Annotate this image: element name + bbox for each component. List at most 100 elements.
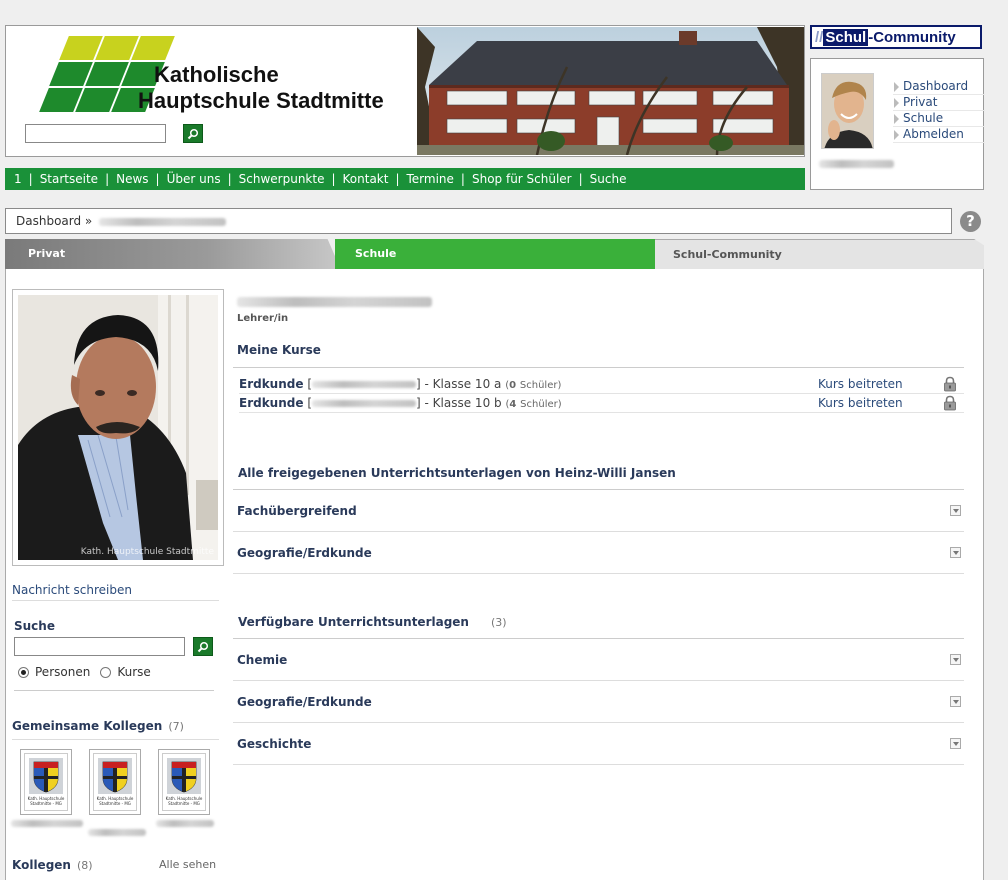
accordion-fachuebergreifend[interactable]: Fachübergreifend — [233, 490, 964, 532]
profile-photo-frame: Kath. Hauptschule Stadtmitte — [12, 289, 224, 566]
colleague-name-redacted — [88, 829, 146, 836]
accordion-geografie[interactable]: Geografie/Erdkunde — [233, 532, 964, 574]
header-search-button[interactable] — [183, 124, 203, 143]
expand-icon[interactable] — [950, 505, 961, 516]
nav-item-termine[interactable]: Termine — [407, 172, 454, 186]
user-menu-abmelden[interactable]: Abmelden — [893, 127, 985, 143]
search-icon — [187, 128, 199, 139]
colleague-name-redacted — [156, 820, 214, 827]
nav-item-schwerpunkte[interactable]: Schwerpunkte — [239, 172, 325, 186]
user-menu-schule[interactable]: Schule — [893, 111, 985, 127]
nav-separator: | — [227, 172, 232, 186]
people-search-button[interactable] — [193, 637, 213, 656]
breadcrumb-current-redacted — [99, 217, 227, 226]
school-name-line2: Hauptschule Stadtmitte — [138, 88, 384, 113]
nav-separator: | — [155, 172, 160, 186]
school-building-photo — [417, 27, 804, 155]
nav-separator: | — [578, 172, 583, 186]
user-box: Dashboard Privat Schule Abmelden — [810, 58, 985, 190]
available-materials-title: Verfügbare Unterrichtsunterlagen (3) — [238, 615, 507, 629]
colleague-name-redacted — [11, 820, 83, 827]
common-colleagues-title: Gemeinsame Kollegen (7) — [12, 719, 219, 740]
radio-kurse[interactable] — [100, 666, 112, 678]
radio-personen-label[interactable]: Personen — [35, 665, 90, 679]
course-teacher-redacted — [312, 381, 417, 388]
user-name-redacted — [819, 160, 894, 168]
lock-icon — [944, 395, 956, 411]
nav-separator: | — [395, 172, 400, 186]
course-class: - Klasse 10 b — [424, 396, 502, 410]
colleague-card[interactable]: Kath. Hauptschule Stadtmitte - MG — [20, 749, 72, 815]
my-courses-title: Meine Kurse — [237, 343, 321, 357]
divider — [233, 367, 964, 368]
breadcrumb: Dashboard » — [5, 208, 952, 234]
see-all-colleagues-link[interactable]: Alle sehen — [159, 858, 216, 871]
expand-icon[interactable] — [950, 654, 961, 665]
user-menu: Dashboard Privat Schule Abmelden — [893, 79, 985, 143]
shared-materials-title: Alle freigegebenen Unterrichtsunterlagen… — [238, 466, 676, 480]
user-menu-dashboard[interactable]: Dashboard — [893, 79, 985, 95]
colleagues-title: Kollegen (8) — [12, 858, 93, 872]
user-menu-privat[interactable]: Privat — [893, 95, 985, 111]
nav-item-ueber-uns[interactable]: Über uns — [167, 172, 221, 186]
course-teacher-redacted — [312, 400, 417, 407]
tab-schule[interactable]: Schule — [335, 239, 667, 270]
top-navigation: 1 | Startseite | News | Über uns | Schwerpunkte |… — [5, 168, 805, 190]
accordion-geografie-available[interactable]: Geografie/Erdkunde — [233, 681, 964, 723]
people-search-input[interactable] — [14, 637, 185, 656]
colleague-card[interactable]: Kath. Hauptschule Stadtmitte - MG — [89, 749, 141, 815]
tab-schul-community[interactable]: Schul-Community — [655, 239, 984, 270]
nav-item-1[interactable]: 1 — [14, 172, 22, 186]
course-student-count: 4 — [509, 399, 517, 410]
user-avatar[interactable] — [821, 73, 874, 149]
join-course-link[interactable]: Kurs beitreten — [818, 375, 903, 393]
accordion-chemie[interactable]: Chemie — [233, 639, 964, 681]
nav-item-news[interactable]: News — [116, 172, 148, 186]
school-name: Katholische Hauptschule Stadtmitte — [138, 62, 384, 114]
school-name-line1: Katholische — [154, 62, 279, 87]
breadcrumb-dashboard[interactable]: Dashboard » — [16, 214, 92, 228]
search-title: Suche — [14, 619, 55, 633]
course-student-count: 0 — [509, 380, 517, 391]
teacher-name-redacted — [237, 297, 432, 307]
section-tabs: Privat Schule Schul-Community — [5, 239, 984, 270]
expand-icon[interactable] — [950, 547, 961, 558]
profile-panel: Kath. Hauptschule Stadtmitte Nachricht s… — [5, 269, 984, 880]
search-scope: Personen Kurse — [18, 665, 151, 679]
school-crest-icon — [29, 758, 63, 794]
tab-privat[interactable]: Privat — [5, 239, 341, 270]
expand-icon[interactable] — [950, 696, 961, 707]
nav-separator: | — [331, 172, 336, 186]
nav-separator: | — [460, 172, 465, 186]
school-crest-icon — [98, 758, 132, 794]
course-row: Erdkunde [] - Klasse 10 a (0 Schüler) Ku… — [239, 375, 964, 394]
nav-item-shop[interactable]: Shop für Schüler — [472, 172, 572, 186]
join-course-link[interactable]: Kurs beitreten — [818, 394, 903, 412]
nav-item-suche[interactable]: Suche — [590, 172, 627, 186]
nav-item-kontakt[interactable]: Kontakt — [343, 172, 389, 186]
search-icon — [197, 641, 209, 652]
header-search-input[interactable] — [25, 124, 166, 143]
photo-caption: Kath. Hauptschule Stadtmitte — [80, 547, 214, 557]
course-subject[interactable]: Erdkunde — [239, 377, 304, 391]
divider — [14, 690, 214, 691]
radio-kurse-label[interactable]: Kurse — [117, 665, 150, 679]
expand-icon[interactable] — [950, 738, 961, 749]
help-icon[interactable]: ? — [960, 211, 981, 232]
course-class: - Klasse 10 a — [424, 377, 502, 391]
nav-separator: | — [105, 172, 110, 186]
course-row: Erdkunde [] - Klasse 10 b (4 Schüler) Ku… — [239, 394, 964, 413]
colleague-card[interactable]: Kath. Hauptschule Stadtmitte - MG — [158, 749, 210, 815]
profile-photo: Kath. Hauptschule Stadtmitte — [18, 295, 218, 560]
teacher-role: Lehrer/in — [237, 313, 289, 324]
radio-personen[interactable] — [18, 666, 29, 678]
write-message-link[interactable]: Nachricht schreiben — [12, 583, 219, 601]
nav-separator: | — [28, 172, 33, 186]
schul-community-logo[interactable]: //Schul - Community — [810, 25, 982, 49]
course-subject[interactable]: Erdkunde — [239, 396, 304, 410]
lock-icon — [944, 376, 956, 392]
school-crest-icon — [167, 758, 201, 794]
accordion-geschichte[interactable]: Geschichte — [233, 723, 964, 765]
nav-item-startseite[interactable]: Startseite — [40, 172, 98, 186]
school-header: Katholische Hauptschule Stadtmitte — [5, 25, 805, 157]
